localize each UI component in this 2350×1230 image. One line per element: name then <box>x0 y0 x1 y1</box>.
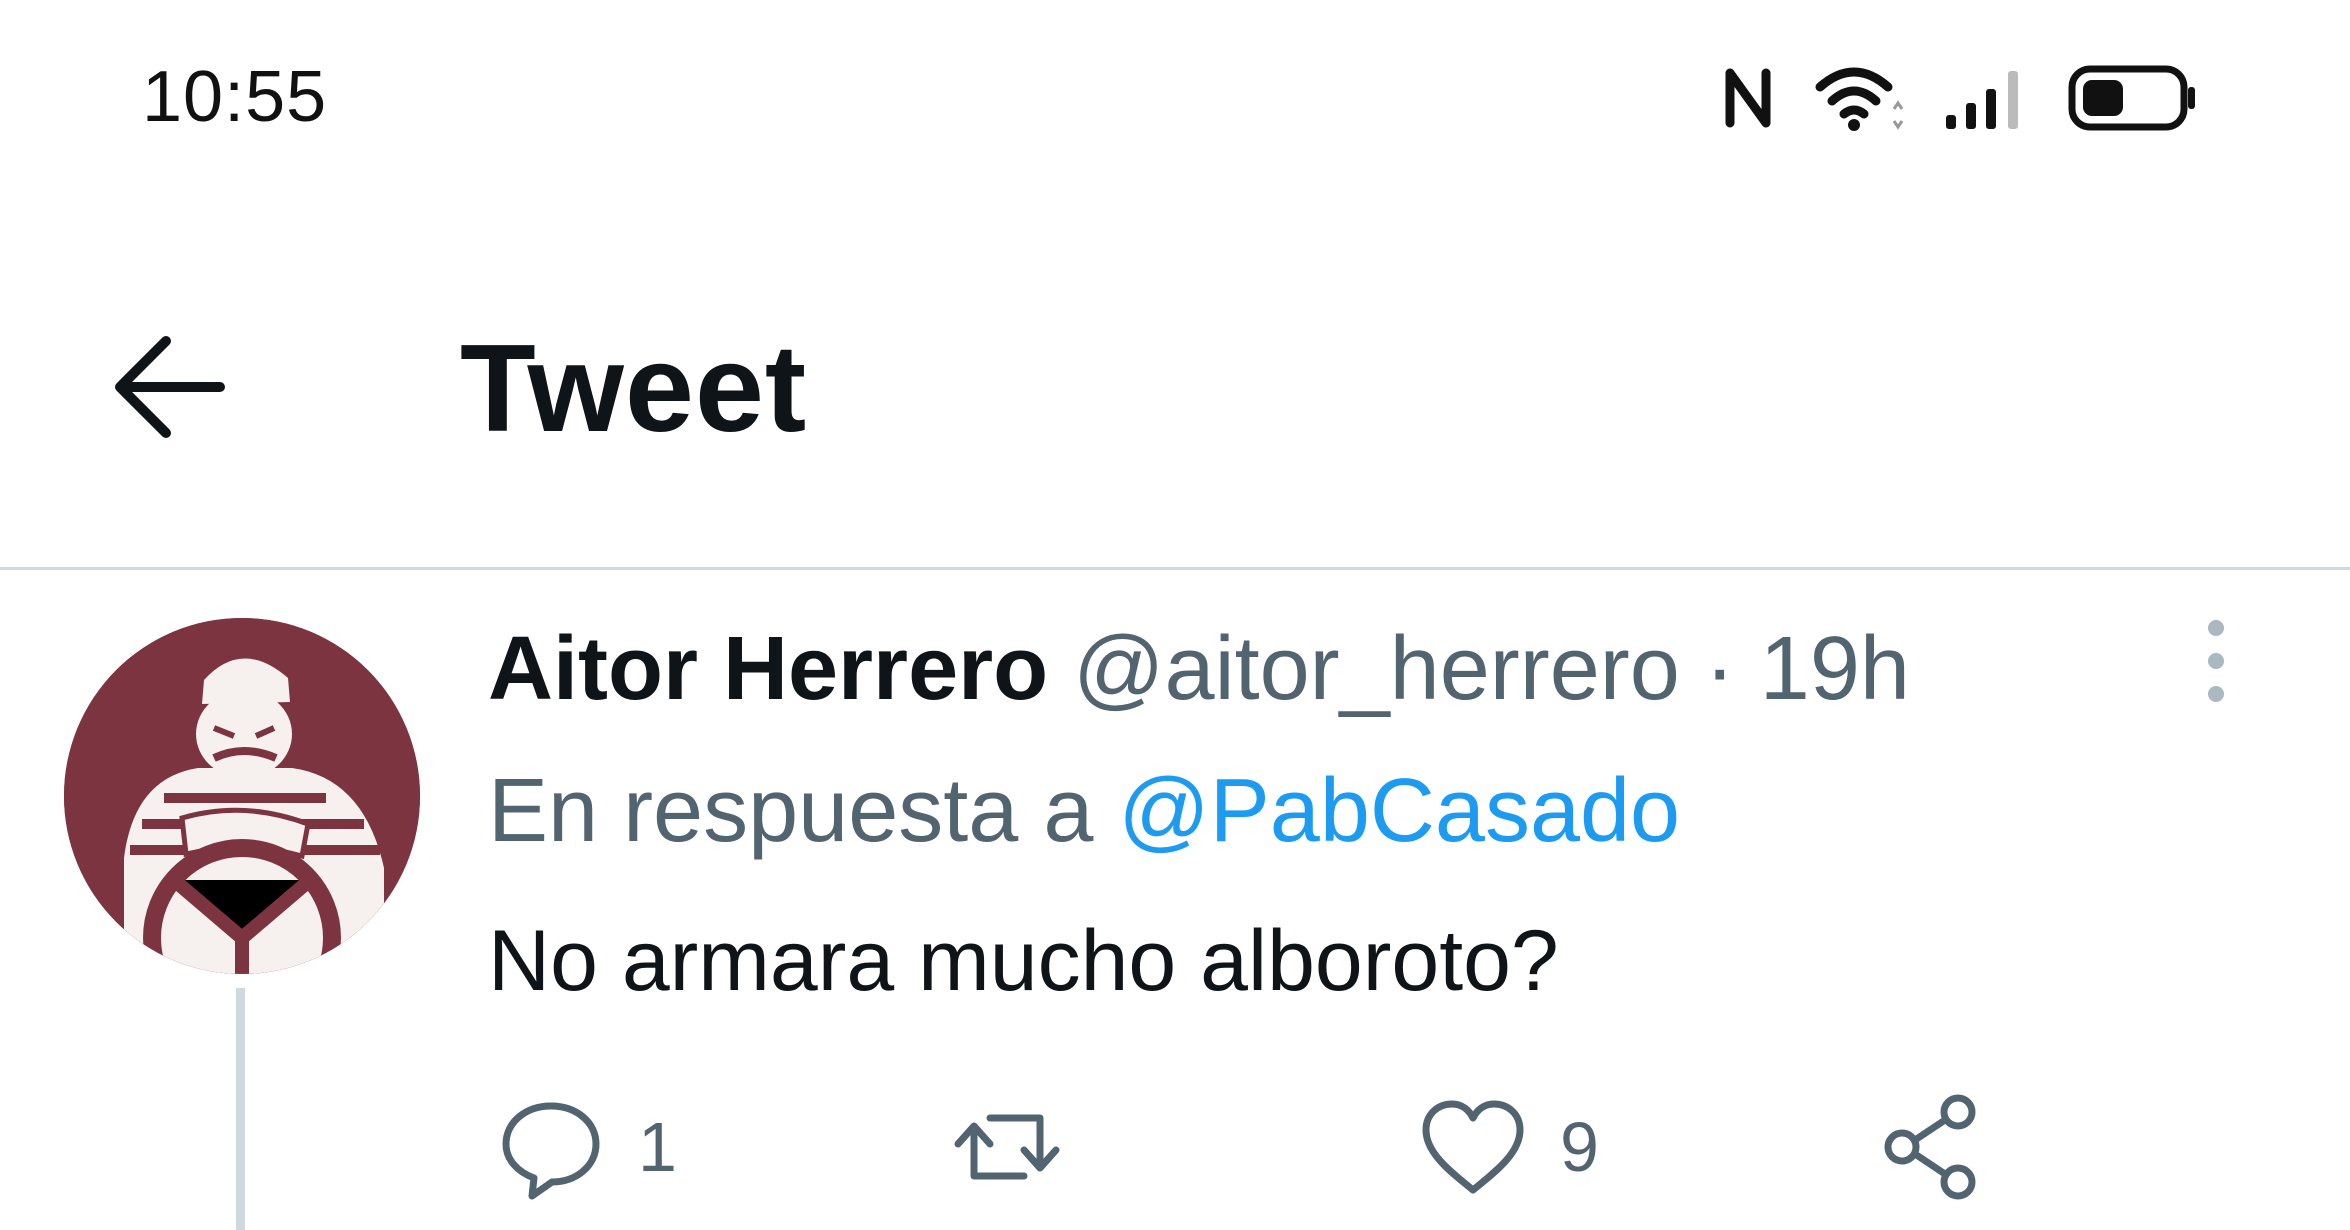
author-handle[interactable]: @aitor_herrero <box>1073 619 1680 719</box>
more-options-button[interactable] <box>2188 616 2244 706</box>
reply-button[interactable]: 1 <box>496 1092 677 1202</box>
share-button[interactable] <box>1878 1092 1988 1202</box>
avatar-illustration <box>64 618 420 974</box>
tweet-text: No armara mucho alboroto? <box>488 913 1559 1009</box>
retweet-icon <box>954 1114 1060 1180</box>
header-divider <box>0 567 2350 570</box>
retweet-button[interactable] <box>952 1092 1094 1202</box>
reply-context: En respuesta a @PabCasado <box>488 760 1680 863</box>
nfc-icon <box>1725 68 1771 128</box>
page-title: Tweet <box>460 320 808 458</box>
like-count: 9 <box>1560 1108 1599 1186</box>
wifi-icon <box>1815 67 1904 131</box>
reply-count: 1 <box>638 1108 677 1186</box>
like-button[interactable]: 9 <box>1418 1092 1599 1202</box>
heart-icon <box>1422 1100 1524 1194</box>
back-arrow-icon <box>115 336 225 438</box>
signal-icon <box>1946 71 2018 129</box>
author-name[interactable]: Aitor Herrero <box>488 619 1048 719</box>
avatar[interactable] <box>64 618 420 974</box>
share-icon <box>1884 1094 1976 1200</box>
back-button[interactable] <box>108 325 238 455</box>
reply-icon <box>502 1102 600 1200</box>
reply-prefix: En respuesta a <box>488 761 1094 861</box>
battery-icon <box>2068 65 2195 131</box>
status-icons <box>1720 58 2198 138</box>
separator-dot: · <box>1704 619 1735 719</box>
reply-mention-link[interactable]: @PabCasado <box>1118 761 1680 861</box>
more-vertical-icon <box>2208 620 2224 702</box>
tweet-time[interactable]: 19h <box>1760 619 1910 719</box>
thread-line <box>236 988 245 1230</box>
tweet-header: Aitor Herrero @aitor_herrero · 19h <box>488 618 1910 721</box>
status-time: 10:55 <box>142 57 328 137</box>
